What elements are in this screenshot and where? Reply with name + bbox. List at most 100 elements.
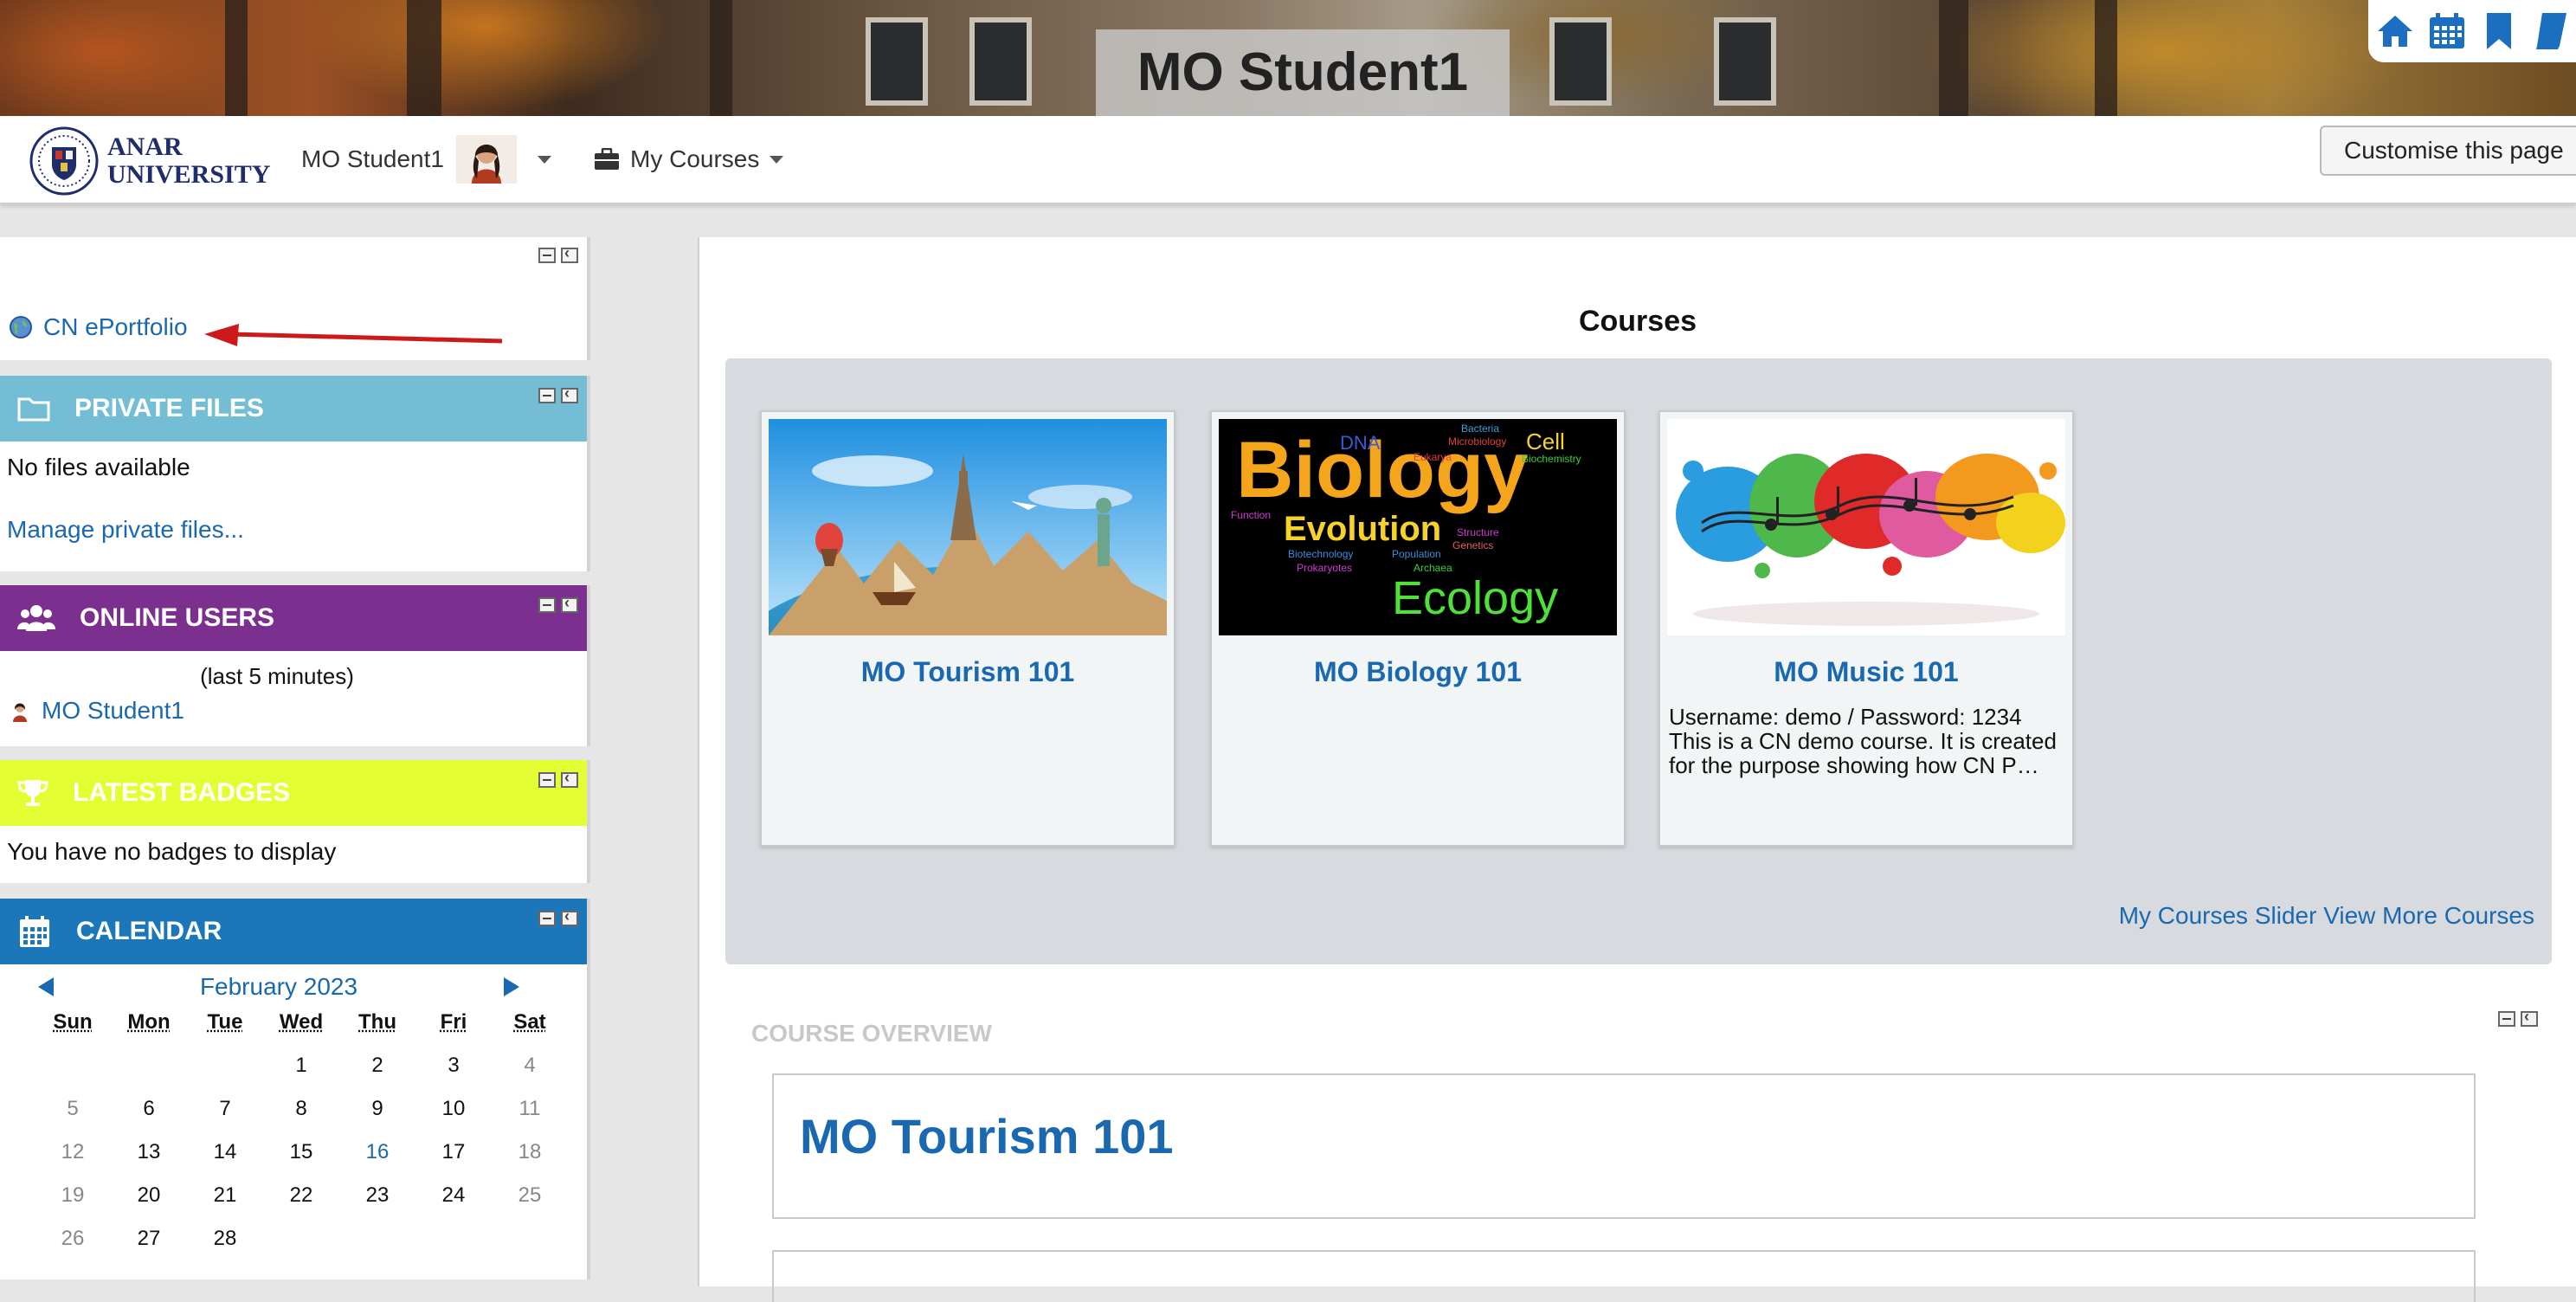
- user-menu[interactable]: MO Student1: [301, 135, 551, 184]
- header-banner: MO Student1: [0, 0, 2576, 116]
- calendar-day[interactable]: 8: [263, 1087, 339, 1131]
- svg-text:Bacteria: Bacteria: [1461, 422, 1499, 435]
- eportfolio-link[interactable]: CN ePortfolio: [9, 313, 188, 341]
- calendar-day[interactable]: 9: [339, 1087, 415, 1131]
- calendar-day[interactable]: 27: [111, 1217, 187, 1260]
- calendar-day-header: Sun: [35, 1001, 111, 1044]
- calendar-day[interactable]: 2: [339, 1044, 415, 1087]
- my-courses-label: My Courses: [630, 145, 759, 173]
- chevron-down-icon: [770, 156, 783, 164]
- calendar-day[interactable]: 13: [111, 1131, 187, 1174]
- online-user-item[interactable]: MO Student1: [0, 697, 587, 725]
- block-controls: [538, 597, 578, 613]
- svg-text:Ecology: Ecology: [1392, 572, 1558, 624]
- course-card[interactable]: MO Tourism 101: [760, 410, 1175, 847]
- minimize-icon[interactable]: [538, 248, 556, 263]
- calendar-day[interactable]: 11: [492, 1087, 568, 1131]
- course-name[interactable]: MO Music 101: [1660, 656, 2072, 688]
- course-overview-title[interactable]: MO Tourism 101: [800, 1108, 1174, 1164]
- dock-icon[interactable]: [561, 248, 578, 263]
- calendar-day: [35, 1044, 111, 1087]
- block-controls: [538, 388, 578, 403]
- calendar-day-header: Tue: [187, 1001, 263, 1044]
- main-content: Courses MO Tourism 101 Biology Evolution…: [699, 237, 2576, 1286]
- svg-text:Function: Function: [1231, 509, 1271, 521]
- home-icon[interactable]: [2373, 9, 2417, 54]
- manage-private-files-link[interactable]: Manage private files...: [0, 516, 587, 544]
- calendar-week: 5 6 7 8 9 10 11: [35, 1087, 568, 1131]
- calendar-day[interactable]: 10: [415, 1087, 492, 1131]
- prev-month-icon[interactable]: [36, 976, 55, 998]
- course-card[interactable]: Biology Evolution Ecology Cell DNA Bacte…: [1210, 410, 1626, 847]
- online-users-header: ONLINE USERS: [0, 585, 587, 651]
- svg-text:Archaea: Archaea: [1414, 562, 1452, 574]
- user-avatar: [9, 699, 31, 722]
- calendar-day[interactable]: 5: [35, 1087, 111, 1131]
- dock-icon[interactable]: [561, 772, 578, 788]
- calendar-day[interactable]: 16: [339, 1131, 415, 1174]
- book-icon[interactable]: [2529, 9, 2573, 54]
- svg-text:Prokaryotes: Prokaryotes: [1297, 562, 1352, 574]
- minimize-icon[interactable]: [538, 388, 556, 403]
- quick-links-bar: [2368, 0, 2576, 62]
- block-controls: [2498, 1011, 2538, 1027]
- calendar-day[interactable]: 15: [263, 1131, 339, 1174]
- calendar-day[interactable]: 17: [415, 1131, 492, 1174]
- minimize-icon[interactable]: [2498, 1011, 2515, 1027]
- calendar-week: 12 13 14 15 16 17 18: [35, 1131, 568, 1174]
- dock-icon[interactable]: [561, 911, 578, 926]
- calendar-icon[interactable]: [2425, 9, 2469, 54]
- dock-icon[interactable]: [561, 388, 578, 403]
- block-controls: [538, 248, 578, 263]
- calendar-day[interactable]: 28: [187, 1217, 263, 1260]
- svg-text:Structure: Structure: [1457, 526, 1499, 538]
- courses-title: Courses: [699, 305, 2576, 338]
- bookmark-icon[interactable]: [2477, 9, 2521, 54]
- calendar-nav: February 2023: [36, 973, 521, 1001]
- calendar-month-link[interactable]: February 2023: [200, 973, 357, 1001]
- calendar-day[interactable]: 20: [111, 1174, 187, 1217]
- course-name[interactable]: MO Biology 101: [1212, 656, 1624, 688]
- next-month-icon[interactable]: [502, 976, 521, 998]
- course-card[interactable]: MO Music 101 Username: demo / Password: …: [1658, 410, 2074, 847]
- calendar-day[interactable]: 21: [187, 1174, 263, 1217]
- trophy-icon: [17, 778, 48, 808]
- calendar-day[interactable]: 18: [492, 1131, 568, 1174]
- minimize-icon[interactable]: [538, 911, 556, 926]
- calendar-day[interactable]: 23: [339, 1174, 415, 1217]
- calendar-day[interactable]: 22: [263, 1174, 339, 1217]
- calendar-day-header: Fri: [415, 1001, 492, 1044]
- minimize-icon[interactable]: [538, 597, 556, 613]
- private-files-block: PRIVATE FILES No files available Manage …: [0, 376, 587, 571]
- course-overview-item: [772, 1250, 2476, 1302]
- eportfolio-block: CN ePortfolio: [0, 237, 587, 360]
- calendar-day[interactable]: 7: [187, 1087, 263, 1131]
- calendar-day[interactable]: 14: [187, 1131, 263, 1174]
- calendar-day[interactable]: 19: [35, 1174, 111, 1217]
- calendar-day[interactable]: 25: [492, 1174, 568, 1217]
- calendar-day: [187, 1044, 263, 1087]
- course-name[interactable]: MO Tourism 101: [762, 656, 1174, 688]
- calendar-day[interactable]: 4: [492, 1044, 568, 1087]
- private-files-header: PRIVATE FILES: [0, 376, 587, 442]
- my-courses-menu[interactable]: My Courses: [594, 145, 783, 173]
- view-more-courses-link[interactable]: My Courses Slider View More Courses: [2119, 902, 2534, 930]
- calendar-day-header: Thu: [339, 1001, 415, 1044]
- calendar-day[interactable]: 3: [415, 1044, 492, 1087]
- calendar-day[interactable]: 12: [35, 1131, 111, 1174]
- minimize-icon[interactable]: [538, 772, 556, 788]
- site-logo[interactable]: ANAR UNIVERSITY: [29, 126, 270, 196]
- calendar-day[interactable]: 6: [111, 1087, 187, 1131]
- dock-icon[interactable]: [561, 597, 578, 613]
- calendar-header: CALENDAR: [0, 899, 587, 964]
- calendar-day: [263, 1217, 339, 1260]
- banner-title: MO Student1: [1096, 29, 1510, 116]
- calendar-day: [339, 1217, 415, 1260]
- calendar-day[interactable]: 24: [415, 1174, 492, 1217]
- calendar-day-header: Mon: [111, 1001, 187, 1044]
- course-image-music: [1667, 419, 2065, 635]
- dock-icon[interactable]: [2521, 1011, 2538, 1027]
- calendar-day[interactable]: 26: [35, 1217, 111, 1260]
- customise-page-button[interactable]: Customise this page: [2320, 126, 2576, 176]
- calendar-day[interactable]: 1: [263, 1044, 339, 1087]
